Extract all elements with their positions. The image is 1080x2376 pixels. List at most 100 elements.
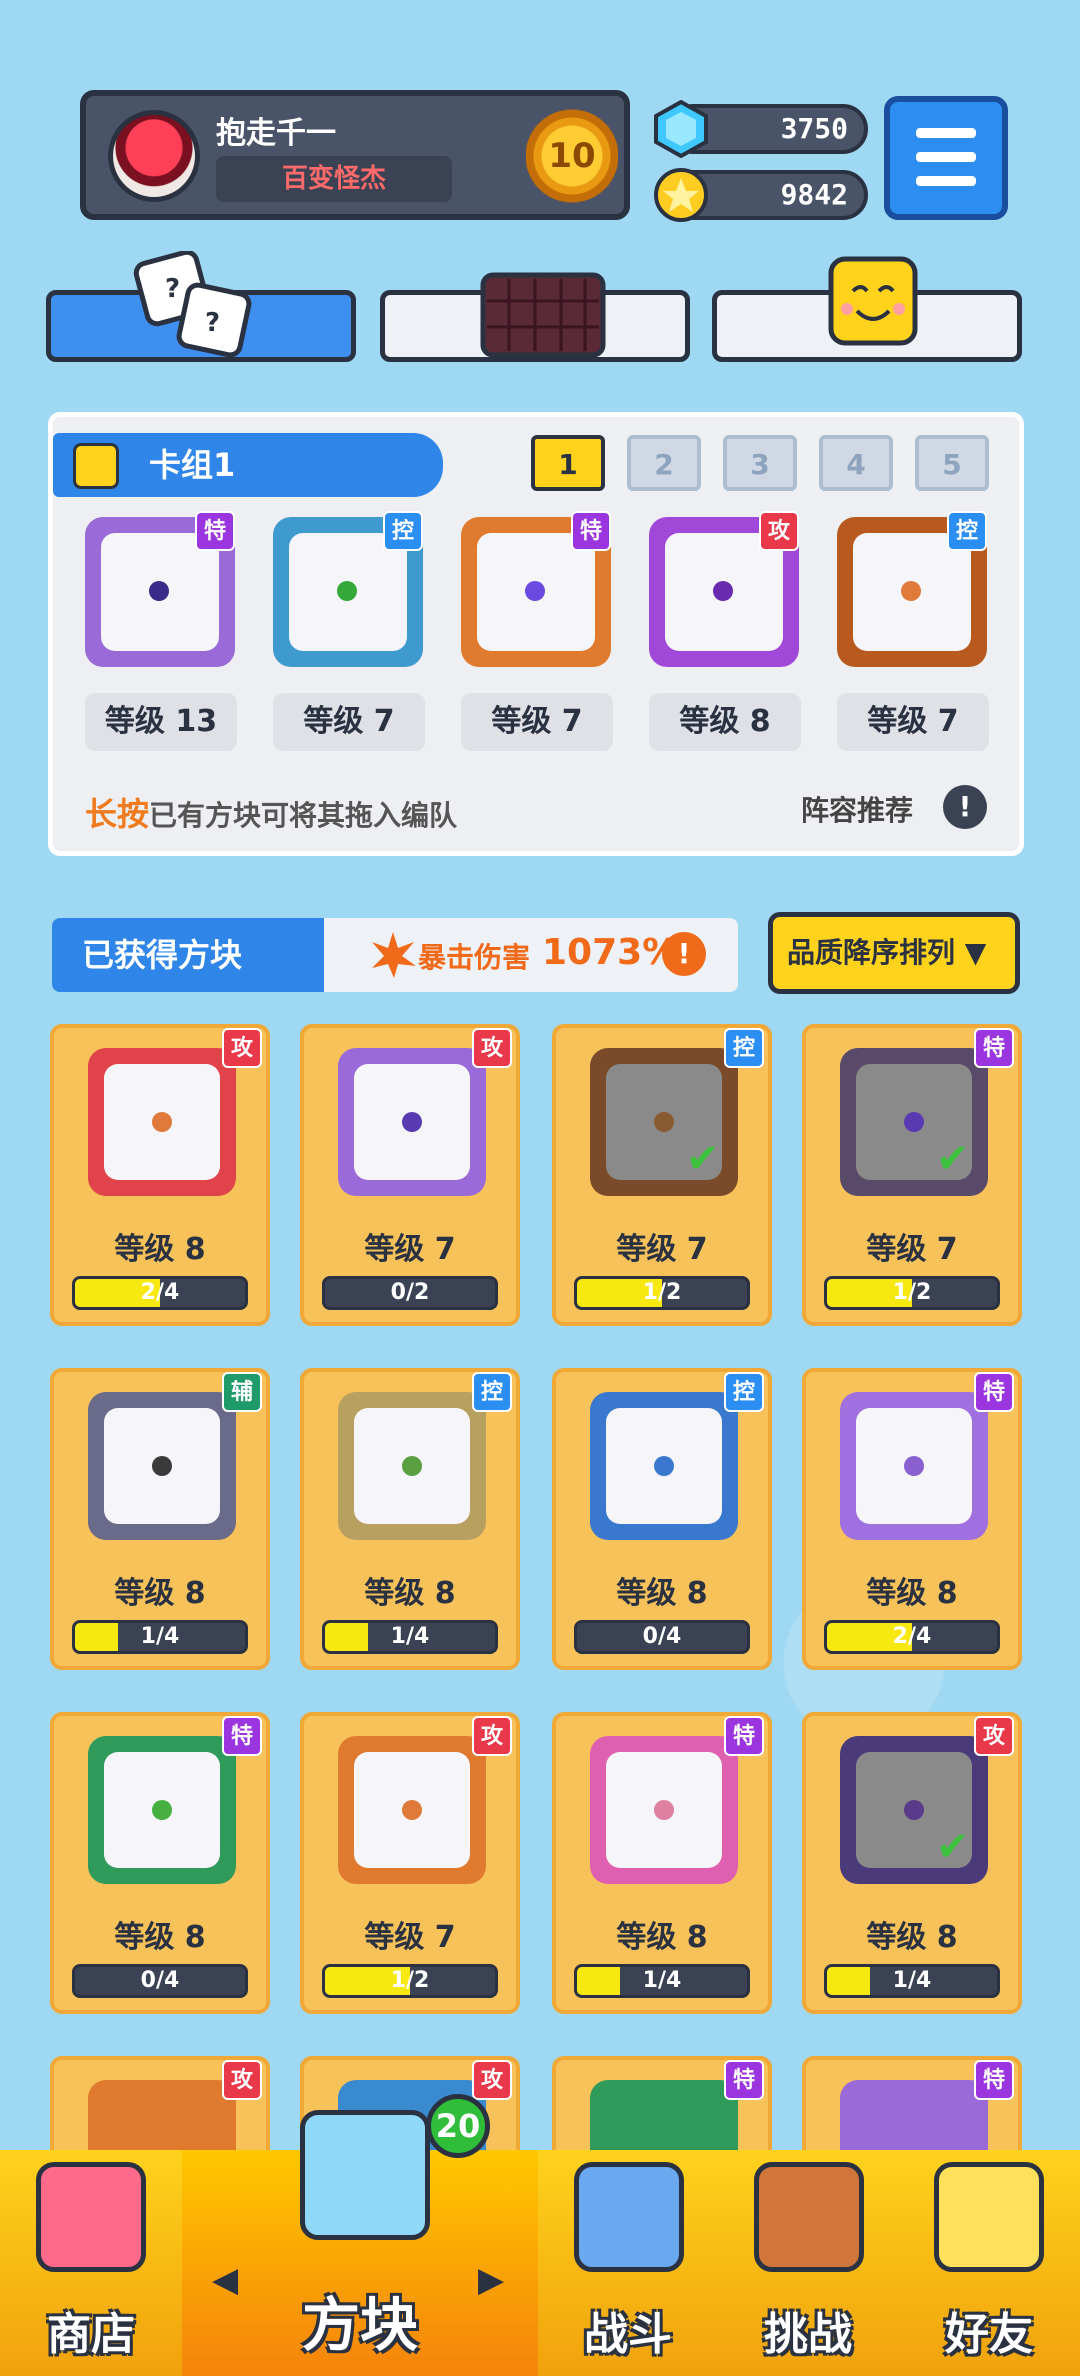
deck-dice-level: 等级 7 <box>461 693 613 751</box>
deck-tip-text: 已有方块可将其拖入编队 <box>149 799 458 832</box>
sort-quality-button[interactable]: 品质降序排列 ▼ <box>768 912 1020 994</box>
player-avatar[interactable] <box>108 110 200 202</box>
dice-level: 等级 8 <box>364 1576 456 1611</box>
deck-tip-strong: 长按 <box>85 795 150 833</box>
dice-pip <box>152 1456 172 1476</box>
upgrade-progress-text: 1/4 <box>140 1624 180 1649</box>
nav-shop[interactable]: 商店 <box>0 2150 182 2376</box>
dice-pip <box>402 1456 422 1476</box>
smiley-icon <box>828 256 918 346</box>
owned-dice-card[interactable]: 攻等级 7 0/2 <box>300 1024 520 1326</box>
checkmark-icon: ✔ <box>686 1136 720 1182</box>
upgrade-progress-bar: 2/4 <box>824 1620 1000 1654</box>
dice-tag: 攻 <box>472 1716 512 1756</box>
dice-image <box>840 1392 988 1540</box>
dice-level: 等级 7 <box>616 1232 708 1267</box>
deck-dice-3[interactable]: 特 <box>461 511 611 667</box>
owned-dice-card[interactable]: 控等级 8 1/4 <box>300 1368 520 1670</box>
owned-dice-card[interactable]: 控等级 8 0/4 <box>552 1368 772 1670</box>
upgrade-progress-bar: 0/4 <box>72 1964 248 1998</box>
dice-image <box>338 1048 486 1196</box>
upgrade-progress-text: 1/4 <box>390 1624 430 1649</box>
upgrade-progress-text: 1/2 <box>642 1280 682 1305</box>
crit-damage-value: 1073% <box>542 932 679 973</box>
upgrade-progress-bar: 2/4 <box>72 1276 248 1310</box>
dice-tag: 特 <box>974 1028 1014 1068</box>
crit-info-icon[interactable]: ! <box>662 932 706 976</box>
dice-tag: 特 <box>974 1372 1014 1412</box>
deck-title-text: 卡组1 <box>149 446 236 484</box>
deck-slot-4[interactable]: 4 <box>819 435 893 491</box>
dice-pip <box>904 1456 924 1476</box>
deck-dice-2[interactable]: 控 <box>273 511 423 667</box>
nav-battle[interactable]: 战斗 <box>538 2150 718 2376</box>
checkmark-icon: ✔ <box>936 1824 970 1870</box>
dice-cube-icon <box>300 2110 430 2240</box>
upgrade-progress-text: 2/4 <box>892 1624 932 1649</box>
deck-title[interactable]: 卡组1 <box>53 433 443 497</box>
dice-tag: 攻 <box>472 2060 512 2100</box>
tab-dice-collection[interactable]: ? ? <box>46 251 356 362</box>
owned-dice-card[interactable]: 特 ✔ 等级 7 1/2 <box>802 1024 1022 1326</box>
bottom-nav: 商店 20 ◀ ▶ 方块 战斗 挑战 好友 <box>0 2094 1080 2376</box>
upgrade-progress-text: 0/2 <box>390 1280 430 1305</box>
dice-pip <box>654 1456 674 1476</box>
owned-dice-card[interactable]: 攻等级 7 1/2 <box>300 1712 520 2014</box>
dice-level: 等级 8 <box>616 1920 708 1955</box>
dice-pip <box>654 1800 674 1820</box>
hamburger-icon-bar <box>916 152 976 162</box>
svg-text:?: ? <box>165 274 180 304</box>
deck-dice-level: 等级 8 <box>649 693 801 751</box>
deck-slot-3[interactable]: 3 <box>723 435 797 491</box>
checkmark-icon: ✔ <box>936 1136 970 1182</box>
dice-pip <box>904 1112 924 1132</box>
deck-slot-1[interactable]: 1 <box>531 435 605 491</box>
owned-dice-card[interactable]: 辅等级 8 1/4 <box>50 1368 270 1670</box>
dice-tag: 攻 <box>974 1716 1014 1756</box>
dice-image <box>88 1392 236 1540</box>
nav-dice[interactable]: 20 ◀ ▶ 方块 <box>182 2094 538 2376</box>
owned-dice-card[interactable]: 攻等级 8 2/4 <box>50 1024 270 1326</box>
deck-slot-2[interactable]: 2 <box>627 435 701 491</box>
deck-dice-4[interactable]: 攻 <box>649 511 799 667</box>
tab-board[interactable] <box>380 272 690 362</box>
dice-level: 等级 7 <box>866 1232 958 1267</box>
gem-icon <box>654 100 708 158</box>
tab-emotes[interactable] <box>712 256 1022 362</box>
upgrade-progress-bar: 1/2 <box>574 1276 750 1310</box>
deck-dice-5[interactable]: 控 <box>837 511 987 667</box>
owned-dice-card[interactable]: 控 ✔ 等级 7 1/2 <box>552 1024 772 1326</box>
rank-badge[interactable]: 10 <box>526 106 618 206</box>
dice-tag: 攻 <box>759 511 799 551</box>
player-profile-panel[interactable]: 抱走千一 百变怪杰 10 <box>80 90 630 220</box>
dice-pip <box>713 581 733 601</box>
pencil-icon[interactable] <box>73 443 119 489</box>
dice-level: 等级 8 <box>114 1232 206 1267</box>
nav-challenge[interactable]: 挑战 <box>718 2150 898 2376</box>
coin-counter[interactable]: 9842 <box>654 168 868 222</box>
owned-dice-card[interactable]: 特等级 8 2/4 <box>802 1368 1022 1670</box>
deck-dice-level: 等级 7 <box>837 693 989 751</box>
deck-dice-level: 等级 13 <box>85 693 237 751</box>
dice-image <box>590 1392 738 1540</box>
upgrade-progress-text: 1/4 <box>892 1968 932 1993</box>
dice-tag: 控 <box>724 1372 764 1412</box>
deck-dice-1[interactable]: 特 <box>85 511 235 667</box>
dice-level: 等级 7 <box>364 1920 456 1955</box>
owned-dice-card[interactable]: 攻 ✔ 等级 8 1/4 <box>802 1712 1022 2014</box>
player-title: 百变怪杰 <box>216 156 452 202</box>
gem-counter[interactable]: 3750 <box>654 100 868 158</box>
dice-count-badge: 20 <box>426 2094 490 2158</box>
nav-friends[interactable]: 好友 <box>898 2150 1080 2376</box>
upgrade-progress-text: 0/4 <box>140 1968 180 1993</box>
info-icon[interactable]: ! <box>943 785 987 829</box>
grid-board-icon <box>480 272 606 358</box>
upgrade-progress-text: 1/4 <box>642 1968 682 1993</box>
nav-challenge-label: 挑战 <box>764 2309 852 2360</box>
deck-slot-5[interactable]: 5 <box>915 435 989 491</box>
menu-button[interactable] <box>884 96 1008 220</box>
owned-dice-card[interactable]: 特等级 8 1/4 <box>552 1712 772 2014</box>
lineup-recommend-button[interactable]: 阵容推荐 <box>801 789 913 829</box>
hamburger-icon-bar <box>916 176 976 186</box>
owned-dice-card[interactable]: 特等级 8 0/4 <box>50 1712 270 2014</box>
